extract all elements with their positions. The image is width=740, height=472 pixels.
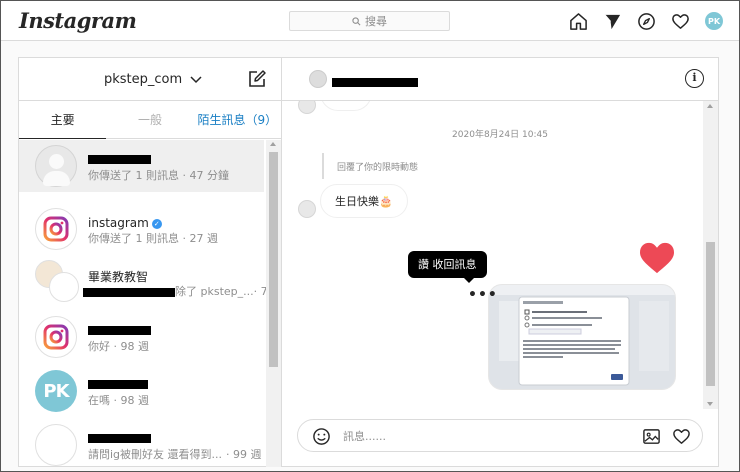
thread-name-redacted xyxy=(88,431,151,445)
sender-mini-avatar xyxy=(298,101,316,114)
account-switcher[interactable]: pkstep_com xyxy=(104,72,202,87)
message-composer xyxy=(297,419,703,452)
thread-item[interactable]: 你好 · 98 週 xyxy=(19,312,264,364)
thread-preview: 你好 · 98 週 xyxy=(88,340,149,353)
search-box[interactable]: 搜尋 xyxy=(289,11,450,31)
thread-item[interactable]: 請問ig被刪好友 還看得到... · 99 週 xyxy=(19,420,264,467)
date-divider: 2020年8月24日 10:45 xyxy=(452,130,548,140)
image-upload-icon[interactable] xyxy=(642,427,661,449)
search-icon xyxy=(352,16,361,25)
thread-item[interactable]: 你傳送了 1 則訊息 · 47 分鐘 xyxy=(19,140,264,192)
chevron-down-icon xyxy=(190,75,202,83)
profile-avatar: PK xyxy=(705,12,723,30)
sender-mini-avatar xyxy=(298,200,316,218)
tab-primary[interactable]: 主要 xyxy=(19,101,107,139)
shared-screenshot-image[interactable] xyxy=(488,284,676,390)
scroll-up-arrow-icon[interactable] xyxy=(707,104,713,108)
thread-item[interactable]: PK 在嗎 · 98 週 xyxy=(19,366,264,418)
instagram-logo[interactable]: Instagram xyxy=(19,8,137,33)
instagram-avatar xyxy=(35,316,77,358)
message-thread: 2020年8月24日 10:45 回覆了你的限時動態 生日快樂🎂 讚 收回訊息 … xyxy=(282,101,718,409)
thread-avatar xyxy=(35,424,77,466)
thread-item[interactable]: 畢業教教智 除了 pkstep_...· 71 週 xyxy=(19,258,281,310)
tab-general[interactable]: 一般 xyxy=(106,101,193,138)
tab-message-requests[interactable]: 陌生訊息（9） xyxy=(194,101,281,138)
instagram-avatar xyxy=(35,208,77,250)
account-name: pkstep_com xyxy=(104,72,183,87)
like-heart-icon[interactable] xyxy=(672,427,691,449)
message-bubble[interactable]: 生日快樂🎂 xyxy=(320,184,408,218)
profile-avatar-button[interactable]: PK xyxy=(704,11,724,31)
inbox-header: pkstep_com xyxy=(19,58,281,101)
conversation-scrollbar[interactable] xyxy=(703,101,718,409)
search-placeholder: 搜尋 xyxy=(365,15,387,28)
thread-preview: 除了 pkstep_...· 71 週 xyxy=(83,283,281,299)
message-input[interactable] xyxy=(343,427,633,445)
thread-list-scrollbar[interactable] xyxy=(266,140,281,467)
more-options-icon[interactable]: ••• xyxy=(468,287,498,303)
instagram-logo-icon xyxy=(43,324,69,350)
nav-icons: PK xyxy=(568,11,724,31)
previous-message-bubble xyxy=(320,101,372,111)
thread-list: 你傳送了 1 則訊息 · 47 分鐘 instagram ✓ 你傳送了 1 則訊息… xyxy=(19,140,281,467)
contact-name-redacted[interactable] xyxy=(332,75,418,88)
activity-heart-icon[interactable] xyxy=(670,11,690,31)
story-reply-line xyxy=(322,153,324,179)
thread-list-column: pkstep_com 主要 一般 陌生訊息（9） 你傳送了 1 則訊息 · 47… xyxy=(19,58,282,467)
scroll-up-arrow-icon[interactable] xyxy=(270,142,276,146)
thread-preview: 在嗎 · 98 週 xyxy=(88,394,149,407)
screenshot-thumbnail xyxy=(489,285,675,389)
conversation-header: i xyxy=(282,58,718,101)
scrollbar-thumb[interactable] xyxy=(269,152,278,367)
instagram-logo-icon xyxy=(43,216,69,242)
info-icon[interactable]: i xyxy=(685,69,704,88)
thread-avatar xyxy=(35,145,77,187)
contact-avatar[interactable] xyxy=(309,70,327,88)
liked-heart-icon xyxy=(638,241,676,278)
emoji-icon[interactable] xyxy=(312,427,331,449)
thread-name-redacted xyxy=(88,377,148,391)
thread-name: instagram ✓ xyxy=(88,216,162,230)
inbox-tabs: 主要 一般 陌生訊息（9） xyxy=(19,101,281,139)
thread-item[interactable]: instagram ✓ 你傳送了 1 則訊息 · 27 週 xyxy=(19,204,264,256)
explore-compass-icon[interactable] xyxy=(636,11,656,31)
verified-badge-icon: ✓ xyxy=(151,218,162,229)
thread-preview: 你傳送了 1 則訊息 · 47 分鐘 xyxy=(88,169,229,182)
message-options-tooltip[interactable]: 讚 收回訊息 xyxy=(408,251,487,283)
group-avatar-front xyxy=(49,272,79,302)
scrollbar-thumb[interactable] xyxy=(706,242,715,386)
story-reply-note: 回覆了你的限時動態 xyxy=(337,163,419,173)
direct-inbox-panel: pkstep_com 主要 一般 陌生訊息（9） 你傳送了 1 則訊息 · 47… xyxy=(18,57,719,467)
thread-preview: 請問ig被刪好友 還看得到... · 99 週 xyxy=(88,448,262,461)
thread-name-redacted xyxy=(88,323,151,337)
thread-name-redacted xyxy=(88,152,151,166)
pk-avatar: PK xyxy=(35,370,77,412)
top-navigation-bar: Instagram 搜尋 PK xyxy=(1,1,739,41)
scroll-down-arrow-icon[interactable] xyxy=(707,402,713,406)
thread-preview: 你傳送了 1 則訊息 · 27 週 xyxy=(88,232,218,245)
compose-icon xyxy=(249,70,266,87)
new-message-button[interactable] xyxy=(247,69,267,92)
home-icon[interactable] xyxy=(568,11,588,31)
conversation-column: i 2020年8月24日 10:45 回覆了你的限時動態 生日快樂🎂 讚 收回訊… xyxy=(282,58,718,466)
direct-message-icon[interactable] xyxy=(602,11,622,31)
